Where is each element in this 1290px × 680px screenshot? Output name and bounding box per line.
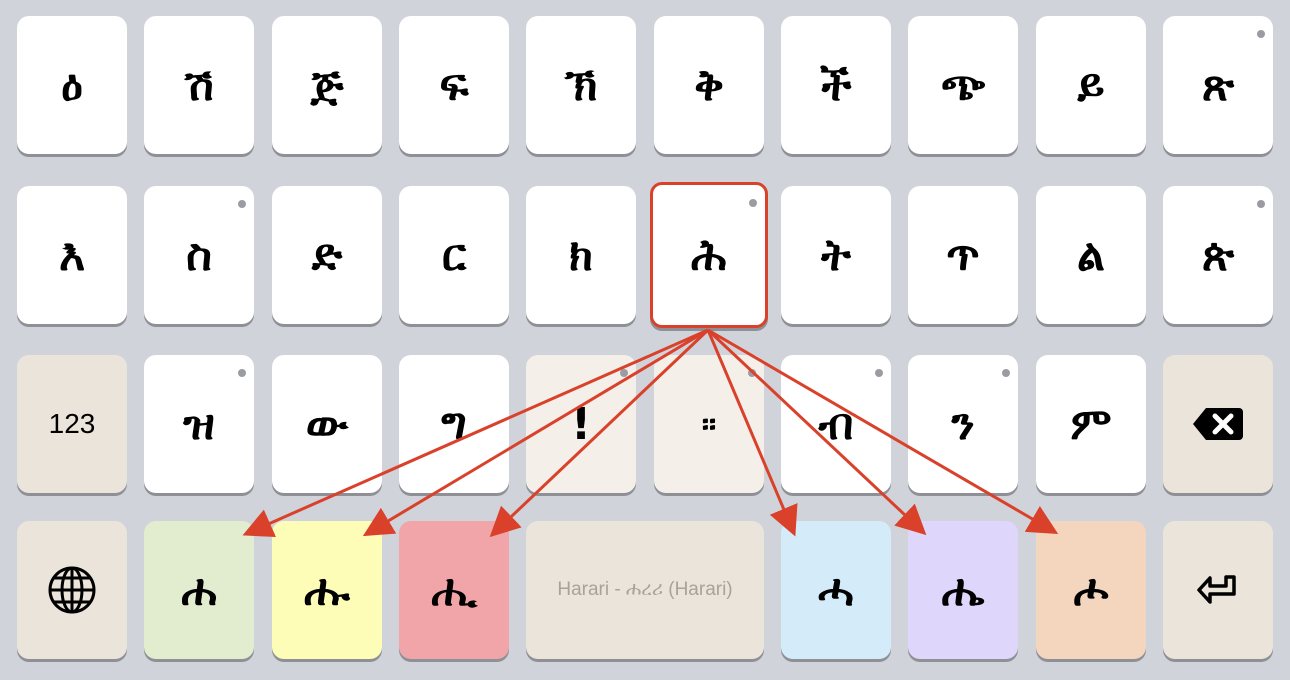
key-label: ስ <box>186 229 212 281</box>
key-label: ን <box>951 398 975 450</box>
vowel-key-haa[interactable]: ሓ <box>781 521 891 659</box>
key-che[interactable]: ች <box>781 16 891 154</box>
key-label: ሒ <box>431 564 477 616</box>
long-press-dot <box>238 369 246 377</box>
key-label: ሓ <box>818 564 854 616</box>
key-de[interactable]: ድ <box>272 186 382 324</box>
key-label: ጽ <box>1201 59 1235 111</box>
numbers-key[interactable]: 123 <box>17 355 127 493</box>
key-label: ት <box>821 229 851 281</box>
backspace-icon <box>1193 408 1243 440</box>
key-fe[interactable]: ፍ <box>399 16 509 154</box>
keyboard: ዕ ሽ ጅ ፍ ኽ ቅ ች ጭ ይ ጽ እ ስ ድ ር ክ ሕ ት ጥ ል ጵ … <box>0 0 1290 680</box>
key-label: ዝ <box>183 398 215 450</box>
key-label: ሖ <box>1073 564 1109 616</box>
key-exclamation[interactable]: ! <box>526 355 636 493</box>
key-be[interactable]: ብ <box>781 355 891 493</box>
key-ethiopic-fullstop[interactable]: ፡፡ <box>654 355 764 493</box>
key-qe[interactable]: ቅ <box>654 16 764 154</box>
key-re[interactable]: ር <box>399 186 509 324</box>
key-label: ች <box>820 59 852 111</box>
key-khe[interactable]: ኽ <box>526 16 636 154</box>
key-she[interactable]: ሽ <box>144 16 254 154</box>
key-tse[interactable]: ጽ <box>1163 16 1273 154</box>
key-label: ጅ <box>310 59 344 111</box>
key-label: ቅ <box>694 59 724 111</box>
key-ne[interactable]: ን <box>908 355 1018 493</box>
key-label: ሔ <box>941 564 985 616</box>
key-te-ejective[interactable]: ጥ <box>908 186 1018 324</box>
language-key[interactable] <box>17 521 127 659</box>
space-bar[interactable]: Harari - ሐረሪ (Harari) <box>526 521 764 659</box>
key-che-ejective[interactable]: ጭ <box>908 16 1018 154</box>
key-label: ! <box>570 398 592 450</box>
key-label: ዕ <box>61 59 83 111</box>
key-label: ሕ <box>691 229 727 281</box>
key-ze[interactable]: ዝ <box>144 355 254 493</box>
key-label: 123 <box>48 408 96 439</box>
key-label: ክ <box>569 229 593 281</box>
key-te[interactable]: ት <box>781 186 891 324</box>
globe-icon <box>48 566 96 614</box>
key-label: ኽ <box>564 59 598 111</box>
space-bar-label: Harari - ሐረሪ (Harari) <box>557 579 733 600</box>
key-me[interactable]: ም <box>1036 355 1146 493</box>
enter-icon <box>1197 575 1236 604</box>
key-label: ይ <box>1077 59 1105 111</box>
key-label: እ <box>58 229 86 281</box>
key-label: ድ <box>311 229 343 281</box>
key-label: ብ <box>818 398 854 450</box>
key-le[interactable]: ል <box>1036 186 1146 324</box>
key-pe-ejective[interactable]: ጵ <box>1163 186 1273 324</box>
key-he-highlighted[interactable]: ሕ <box>650 182 768 328</box>
backspace-key[interactable] <box>1163 355 1273 493</box>
key-se[interactable]: ስ <box>144 186 254 324</box>
key-label: ው <box>305 398 349 450</box>
long-press-dot <box>749 199 757 207</box>
key-ye[interactable]: ይ <box>1036 16 1146 154</box>
key-je[interactable]: ጅ <box>272 16 382 154</box>
long-press-dot <box>1257 200 1265 208</box>
long-press-dot <box>1002 369 1010 377</box>
long-press-dot <box>748 369 756 377</box>
vowel-key-ha[interactable]: ሐ <box>144 521 254 659</box>
key-label: ጥ <box>946 229 980 281</box>
long-press-dot <box>875 369 883 377</box>
key-ge[interactable]: ግ <box>399 355 509 493</box>
long-press-dot <box>620 369 628 377</box>
vowel-key-hu[interactable]: ሑ <box>272 521 382 659</box>
key-label: ም <box>1070 398 1112 450</box>
key-label: ሐ <box>181 564 217 616</box>
key-label: ር <box>441 229 467 281</box>
long-press-dot <box>238 200 246 208</box>
key-e[interactable]: እ <box>17 186 127 324</box>
key-label: ፡፡ <box>701 406 717 442</box>
key-label: ሽ <box>184 59 214 111</box>
vowel-key-ho[interactable]: ሖ <box>1036 521 1146 659</box>
key-label: ጵ <box>1201 229 1235 281</box>
enter-key[interactable] <box>1163 521 1273 659</box>
key-label: ል <box>1077 229 1105 281</box>
key-ke[interactable]: ክ <box>526 186 636 324</box>
long-press-dot <box>1257 30 1265 38</box>
key-label: ግ <box>441 398 467 450</box>
key-label: ፍ <box>439 59 469 111</box>
key-ae[interactable]: ዕ <box>17 16 127 154</box>
key-we[interactable]: ው <box>272 355 382 493</box>
key-label: ጭ <box>940 59 986 111</box>
vowel-key-hi[interactable]: ሒ <box>399 521 509 659</box>
key-label: ሑ <box>304 564 350 616</box>
vowel-key-hee[interactable]: ሔ <box>908 521 1018 659</box>
